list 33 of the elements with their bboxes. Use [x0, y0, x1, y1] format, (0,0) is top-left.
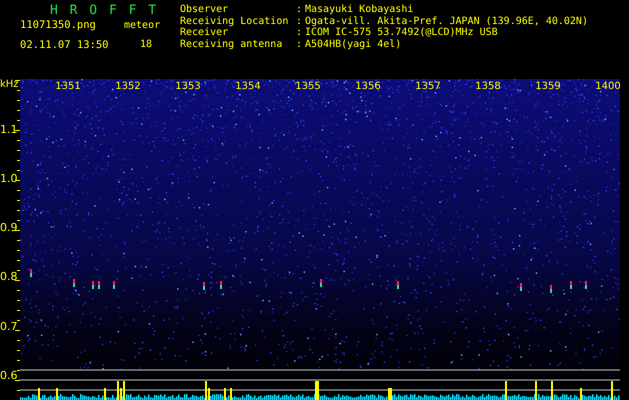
time-label: 1354 [235, 81, 261, 92]
app-title: H R O F F T [49, 2, 158, 18]
axis-label: 0.6 [0, 368, 18, 382]
axis-label: 0.9 [0, 221, 18, 234]
time-label: 1351 [55, 81, 81, 92]
info-separator: : [296, 16, 304, 27]
info-separator: : [296, 38, 304, 50]
file-name: 11071350.png [20, 19, 97, 31]
time-label: 1358 [475, 81, 501, 92]
info-value: Ogata-vill. Akita-Pref. JAPAN (139.96E, 40.02N) [305, 16, 588, 27]
timestamp: 02.11.07 13:50 [20, 39, 110, 51]
info-label: Receiving Location [180, 16, 290, 27]
meteor-count: 18 [139, 39, 154, 51]
info-label: Receiver [180, 27, 230, 38]
time-label: 1353 [175, 81, 201, 92]
meteor-label: meteor [123, 20, 162, 31]
time-label: 1359 [535, 81, 561, 92]
time-label: 1355 [295, 81, 321, 92]
time-label: 1400 [595, 81, 621, 92]
axis-label: 0.7 [0, 320, 18, 333]
time-label: 1356 [355, 81, 381, 92]
info-value: Masayuki Kobayashi [305, 4, 414, 16]
info-separator: : [296, 4, 304, 16]
info-separator: : [296, 27, 304, 38]
axis-label: 1.0 [0, 172, 18, 185]
info-label: Observer [180, 4, 230, 16]
axis-label: 1.1 [0, 122, 18, 136]
axis-label: 0.8 [0, 270, 18, 284]
info-value: ICOM IC-575 53.7492(@LCD)MHz USB [305, 27, 498, 38]
info-value: A504HB(yagi 4el) [305, 38, 402, 50]
time-label: 1352 [115, 81, 141, 92]
time-label: 1357 [415, 81, 441, 92]
info-label: Receiving antenna [180, 38, 284, 50]
